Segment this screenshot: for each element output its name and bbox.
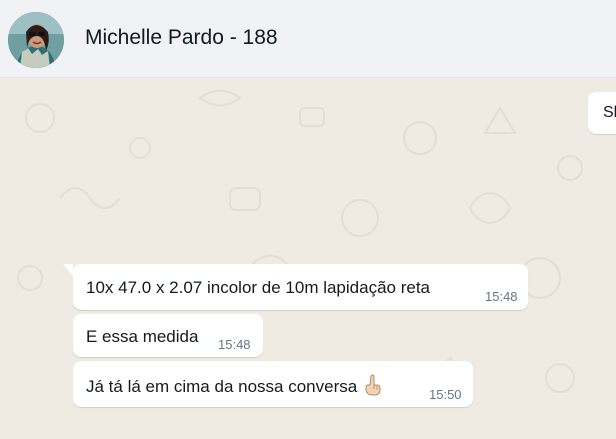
message-bubble[interactable]: E essa medida 15:48 <box>73 314 263 357</box>
contact-name[interactable]: Michelle Pardo - 188 <box>85 26 278 50</box>
message-time: 15:48 <box>485 289 518 304</box>
message-text: Sl <box>603 104 616 121</box>
chat-header[interactable]: Michelle Pardo - 188 <box>0 0 616 78</box>
message-text: 10x 47.0 x 2.07 incolor de 10m lapidação… <box>86 278 431 297</box>
message-bubble[interactable]: Já tá lá em cima da nossa conversa 15:50 <box>73 361 473 407</box>
message-time: 15:48 <box>218 337 251 352</box>
pointing-up-hand-icon <box>365 374 381 396</box>
message-text: E essa medida <box>86 327 199 346</box>
bubble-tail <box>63 264 73 276</box>
message-text-content: Já tá lá em cima da nossa conversa <box>86 377 358 396</box>
message-bubble[interactable]: 10x 47.0 x 2.07 incolor de 10m lapidação… <box>73 264 528 310</box>
avatar-photo-icon <box>8 12 64 68</box>
contact-avatar[interactable] <box>8 12 64 68</box>
message-text: Já tá lá em cima da nossa conversa <box>86 374 383 397</box>
outgoing-message-bubble[interactable]: Sl <box>588 92 616 134</box>
message-time: 15:50 <box>429 387 462 402</box>
